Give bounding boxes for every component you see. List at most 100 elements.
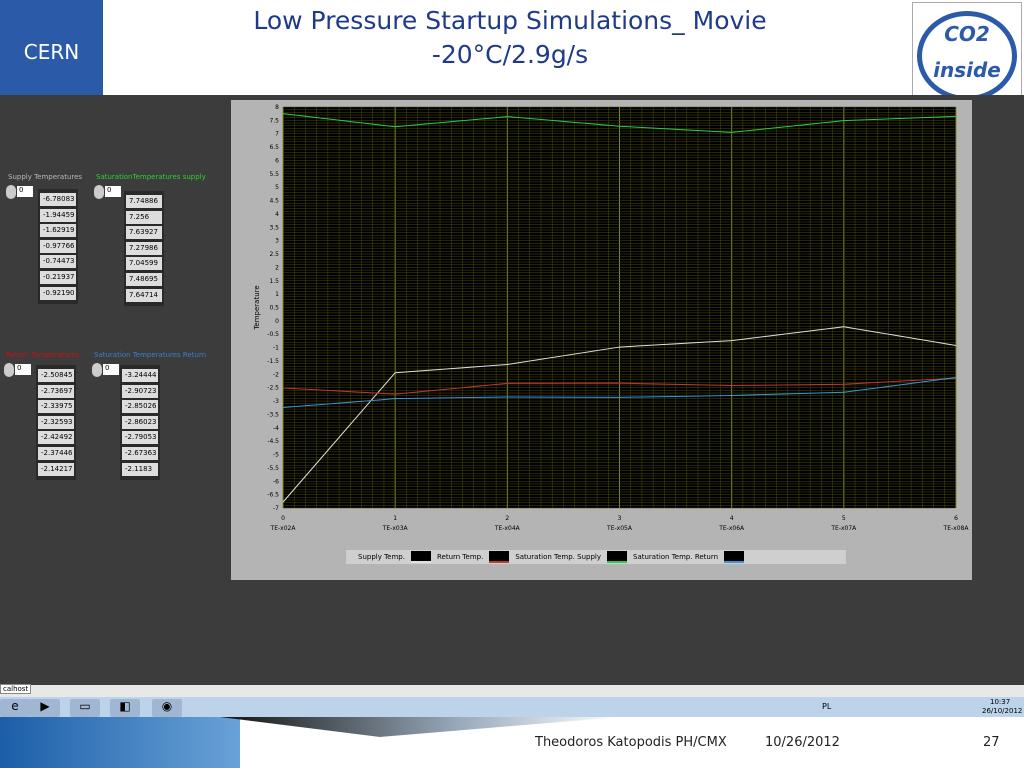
y-axis-label: Temperature [253,285,261,330]
temperature-chart: -7 -6.5 -6 -5.5 -5 -4.5 -4 -3.5 -3 -2.5 -2 -1.5 -1 -0… [231,100,972,580]
array-display: 7.74886 7.256 7.63927 7.27986 7.04599 7.48695… [124,191,164,307]
y-tick-label: 3 [275,238,279,245]
app-icon[interactable]: ◉ [152,699,182,717]
y-tick-label: 5.5 [269,171,279,178]
array-label: SaturationTemperatures supply [96,173,206,181]
clock-date[interactable]: 26/10/2012 [982,707,1022,715]
array-cell: -0.92190 [40,286,76,300]
slide-header: CERN Low Pressure Startup Simulations_ M… [0,0,1024,110]
labview-icon[interactable]: ◧ [110,699,140,717]
taskbar: e ▶ ▭ ◧ ◉ PL 10:37 26/10/2012 [0,697,1024,717]
x-tick-label: 1 [393,515,397,522]
x-category-label: TE-x07A [830,525,857,532]
legend-swatch-icon [489,551,510,563]
y-tick-label: -6 [273,478,279,485]
index-spinner-icon[interactable] [92,363,102,377]
array-label: Supply Temperatures [8,173,83,181]
footer-date: 10/26/2012 [765,735,840,750]
y-tick-label: 4.5 [269,198,279,205]
index-input[interactable]: 0 [15,364,31,375]
y-tick-label: 6.5 [269,144,279,151]
legend-entry: Supply Temp. [358,553,405,561]
y-tick-label: 1 [275,291,279,298]
y-tick-label: 0 [275,318,279,325]
y-tick-label: -0.5 [267,331,279,338]
array-cell: 7.74886 [126,195,162,208]
array-index-control[interactable]: 0 [94,185,124,199]
y-tick-label: -1.5 [267,358,279,365]
y-tick-label: -3 [273,398,279,405]
y-tick-label: -6.5 [267,492,279,499]
cern-logo: CERN [0,0,103,103]
slide-footer-swoosh [0,717,240,768]
array-cell: -0.21937 [40,270,76,284]
x-tick-label: 2 [505,515,509,522]
x-category-label: TE-x06A [718,525,745,532]
y-tick-label: -2.5 [267,385,279,392]
y-tick-label: -7 [273,505,279,512]
array-cell: -2.73697 [38,384,74,398]
legend-entry: Return Temp. [436,553,484,561]
media-player-icon[interactable]: ▶ [30,699,60,717]
array-cell: -2.1183 [122,462,158,476]
array-cell: -2.85026 [122,400,158,414]
x-category-label: TE-x04A [494,525,521,532]
x-tick-label: 4 [730,515,734,522]
y-tick-label: -5 [273,452,279,459]
index-spinner-icon[interactable] [94,185,104,199]
array-display: -3.24444 -2.90723 -2.85026 -2.86023 -2.79053… [120,365,160,481]
legend-entry: Saturation Temp. Supply [515,553,601,561]
array-cell: 7.27986 [126,241,162,255]
array-cell: 7.04599 [126,257,162,271]
y-tick-label: 7 [275,131,279,138]
legend-swatch-icon [607,551,627,563]
legend-entry: Saturation Temp. Return [633,553,719,561]
array-cell: -6.78083 [40,193,76,206]
y-tick-label: -3.5 [267,411,279,418]
index-input[interactable]: 0 [105,186,121,197]
folder-icon[interactable]: ▭ [70,699,100,717]
y-tick-label: 4 [275,211,279,218]
array-index-control[interactable]: 0 [4,363,34,377]
array-cell: -0.97766 [40,239,76,253]
x-tick-label: 6 [954,515,958,522]
array-cell: -2.14217 [38,462,74,476]
array-cell: -2.67363 [122,446,158,460]
legend-swatch-icon [410,551,431,563]
array-index-control[interactable]: 0 [6,185,36,199]
x-tick-label: 3 [618,515,622,522]
index-spinner-icon[interactable] [4,363,14,377]
y-tick-label: -4.5 [267,438,279,445]
array-cell: -2.86023 [122,415,158,429]
y-tick-label: -2 [273,371,279,378]
page-number: 27 [983,735,1000,750]
index-spinner-icon[interactable] [6,185,16,199]
y-tick-label: 8 [275,104,279,111]
array-label: Saturation Temperatures Return [94,351,207,359]
clock-time[interactable]: 10:37 [990,698,1010,706]
array-cell: 7.256 [126,210,162,224]
horizontal-scrollbar[interactable]: calhost [0,684,1024,697]
footer-author: Theodoros Katopodis PH/CMX [535,735,727,750]
array-cell: -2.42492 [38,431,74,445]
array-label: Return Temperatures [6,351,80,359]
array-cell: -2.32593 [38,415,74,429]
language-indicator[interactable]: PL [822,702,831,711]
co2-inside-logo: CO2 inside [912,2,1022,110]
array-display: -2.50845 -2.73697 -2.33975 -2.32593 -2.42492… [36,365,76,481]
array-cell: 7.48695 [126,272,162,286]
y-tick-label: -4 [273,425,279,432]
array-cell: -2.79053 [122,431,158,445]
array-index-control[interactable]: 0 [92,363,122,377]
y-tick-label: 6 [275,157,279,164]
index-input[interactable]: 0 [17,186,33,197]
array-cell: -2.33975 [38,400,74,414]
array-cell: -2.50845 [38,369,74,382]
index-input[interactable]: 0 [103,364,119,375]
y-tick-label: -1 [273,345,279,352]
chart-svg: -7 -6.5 -6 -5.5 -5 -4.5 -4 -3.5 -3 -2.5 -2 -1.5 -1 -0… [253,104,969,532]
ie-icon[interactable]: e [0,699,30,717]
y-tick-label: 2.5 [269,251,279,258]
slide-title: Low Pressure Startup Simulations_ Movie -… [253,6,767,69]
y-tick-label: 1.5 [269,278,279,285]
